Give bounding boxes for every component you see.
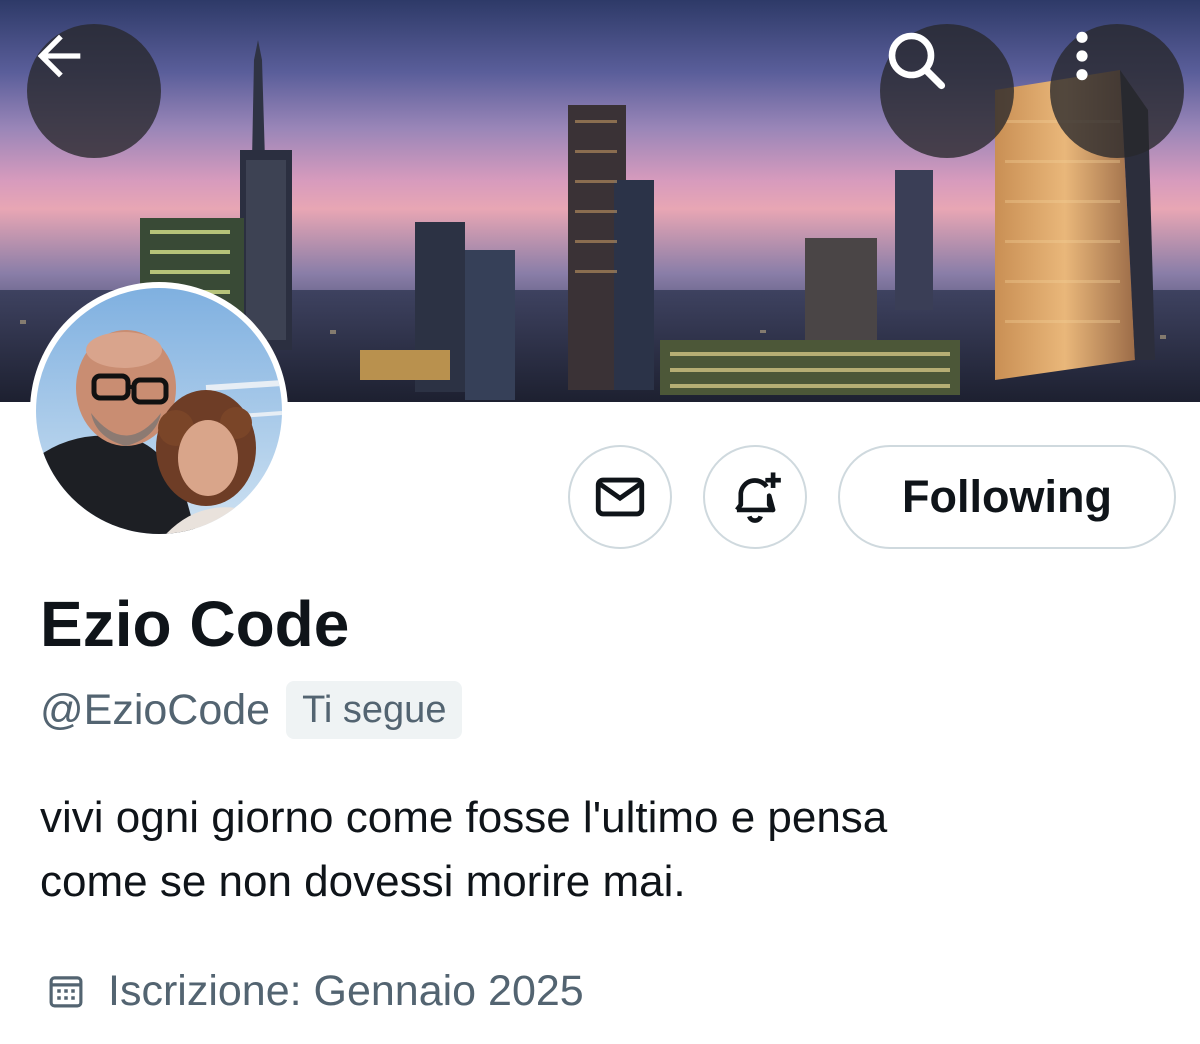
bio-line-2: come se non dovessi morire mai.	[40, 857, 686, 906]
calendar-icon	[44, 969, 88, 1013]
more-options-button[interactable]	[1050, 24, 1184, 158]
bio-line-1: vivi ogni giorno come fosse l'ultimo e p…	[40, 793, 888, 842]
back-button[interactable]	[27, 24, 161, 158]
search-icon	[888, 32, 946, 90]
search-button[interactable]	[880, 24, 1014, 158]
handle-row: @EzioCode Ti segue	[40, 680, 463, 740]
bell-plus-icon	[735, 472, 781, 523]
profile-avatar[interactable]	[30, 282, 288, 540]
follows-you-badge: Ti segue	[286, 681, 463, 739]
display-name: Ezio Code	[40, 588, 350, 660]
joined-date: Iscrizione: Gennaio 2025	[108, 966, 584, 1015]
message-button[interactable]	[568, 445, 672, 549]
joined-date-row: Iscrizione: Gennaio 2025	[44, 962, 584, 1020]
avatar-photo	[36, 288, 282, 534]
following-button[interactable]: Following	[838, 445, 1176, 549]
notifications-button[interactable]	[703, 445, 807, 549]
profile-bio: vivi ogni giorno come fosse l'ultimo e p…	[40, 786, 1160, 914]
more-vertical-icon	[1076, 31, 1088, 81]
arrow-left-icon	[37, 34, 81, 78]
envelope-icon	[595, 477, 645, 517]
username-handle: @EzioCode	[40, 685, 271, 734]
